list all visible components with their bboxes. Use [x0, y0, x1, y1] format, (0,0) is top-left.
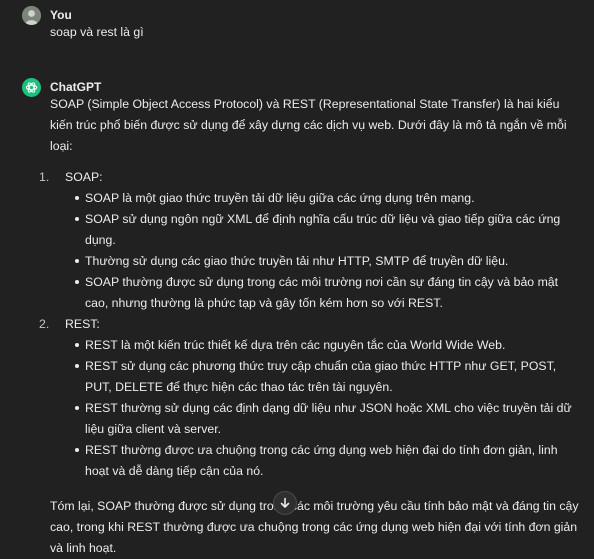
user-avatar-image [22, 6, 41, 25]
list-item: SOAP thường được sử dụng trong các môi t… [65, 272, 584, 314]
bullet-list: SOAP là một giao thức truyền tải dữ liệu… [65, 188, 584, 314]
list-item: REST thường được ưa chuộng trong các ứng… [65, 440, 584, 482]
bullet-list: REST là một kiến trúc thiết kế dựa trên … [65, 335, 584, 482]
arrow-down-icon [280, 497, 290, 508]
section-rest: 2. REST: REST là một kiến trúc thiết kế … [39, 314, 584, 482]
section-title: REST: [65, 317, 100, 331]
list-item: REST là một kiến trúc thiết kế dựa trên … [65, 335, 584, 356]
user-message-text: soap và rest là gì [50, 25, 144, 39]
assistant-avatar [22, 78, 41, 97]
section-number: 1. [39, 170, 50, 184]
section-title: SOAP: [65, 170, 103, 184]
assistant-author-name: ChatGPT [50, 80, 102, 94]
list-item: Thường sử dụng các giao thức truyền tải … [65, 251, 584, 272]
scroll-to-bottom-button[interactable] [273, 491, 297, 515]
assistant-message-body: SOAP (Simple Object Access Protocol) và … [39, 94, 584, 559]
list-item: REST sử dụng các phương thức truy cập ch… [65, 356, 584, 398]
user-avatar[interactable] [22, 6, 41, 25]
list-item: SOAP sử dụng ngôn ngữ XML để định nghĩa … [65, 209, 584, 251]
section-soap: 1. SOAP: SOAP là một giao thức truyền tả… [39, 167, 584, 314]
openai-logo-icon [25, 82, 38, 93]
assistant-intro: SOAP (Simple Object Access Protocol) và … [50, 97, 567, 153]
assistant-section-list: 1. SOAP: SOAP là một giao thức truyền tả… [39, 167, 584, 482]
list-item: SOAP là một giao thức truyền tải dữ liệu… [65, 188, 584, 209]
section-number: 2. [39, 317, 50, 331]
user-author-name: You [50, 8, 72, 22]
list-item: REST thường sử dụng các định dạng dữ liệ… [65, 398, 584, 440]
assistant-conclusion: Tóm lại, SOAP thường được sử dụng trong … [50, 499, 579, 555]
